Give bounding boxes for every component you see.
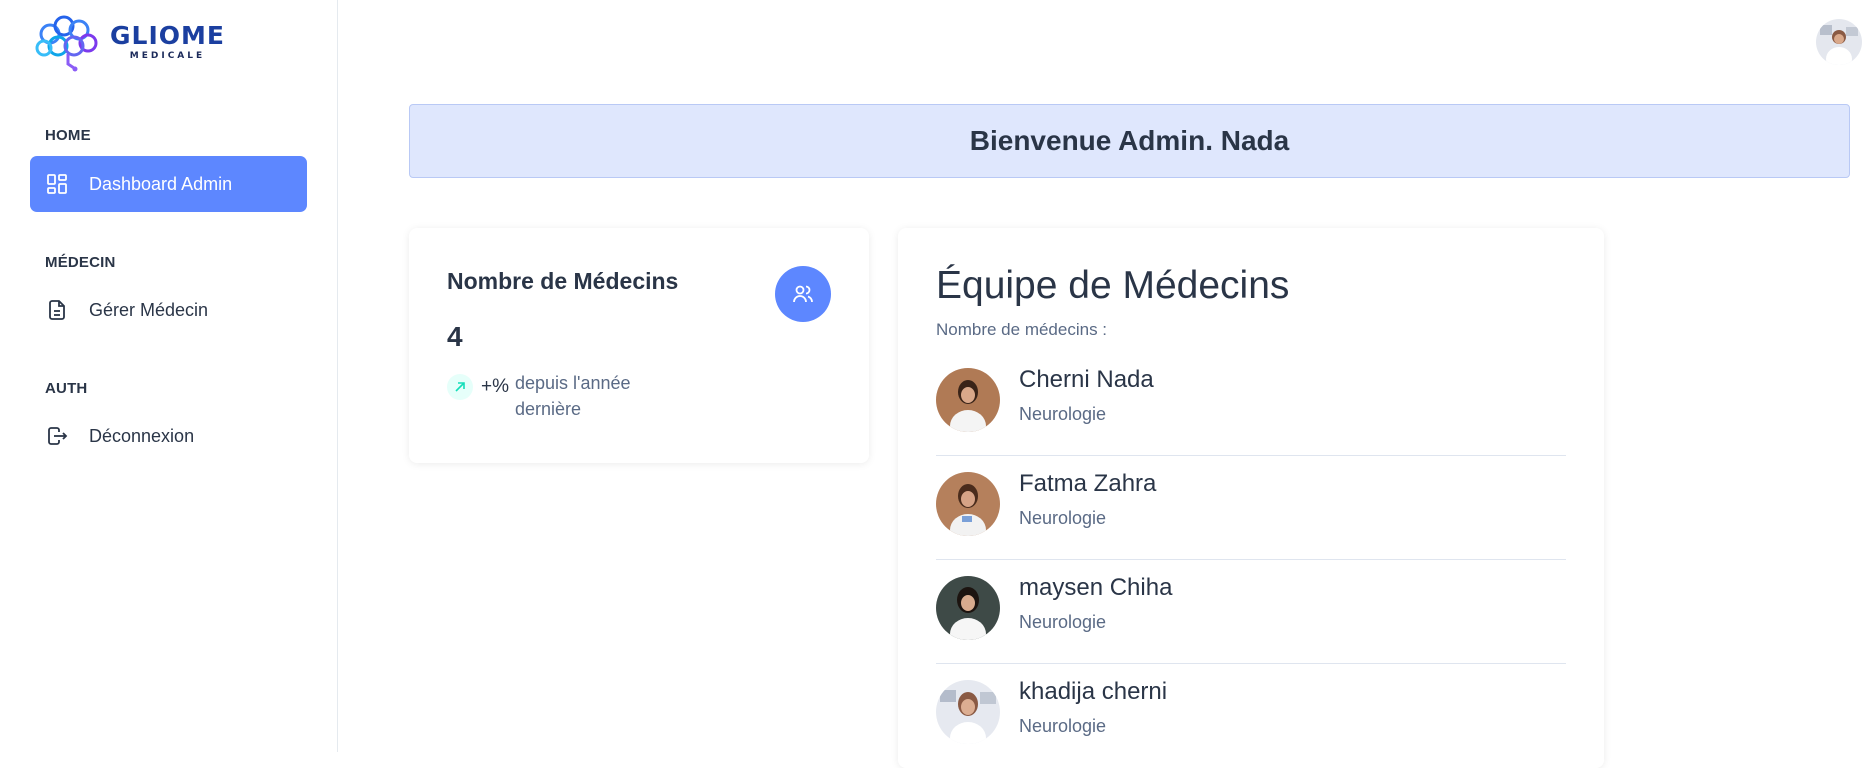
brand-subtitle: MEDICALE: [129, 51, 206, 61]
brand-title: GLIOME: [110, 21, 225, 50]
nav-section-home: HOME: [45, 127, 91, 144]
trend-percent: +%: [481, 376, 509, 397]
doctor-avatar: [936, 472, 1000, 536]
doctor-specialty: Neurologie: [1019, 508, 1107, 528]
doctor-specialty: Neurologie: [1019, 404, 1107, 424]
list-item[interactable]: maysen Chiha Neurologie: [936, 560, 1566, 664]
sidebar-item-label: Gérer Médecin: [89, 299, 209, 320]
nav-section-medecin: MÉDECIN: [45, 254, 116, 271]
nav-section-auth: AUTH: [45, 380, 88, 397]
team-subtitle: Nombre de médecins :: [936, 320, 1108, 339]
dashboard-icon: [45, 172, 69, 196]
brain-logo-icon: [35, 15, 98, 72]
sidebar: GLIOME MEDICALE HOME Dashboard Admin MÉD…: [0, 0, 338, 752]
doctor-count-title: Nombre de Médecins: [447, 268, 679, 294]
doctor-name: Cherni Nada: [1019, 366, 1154, 393]
brand-logo[interactable]: GLIOME MEDICALE: [32, 12, 225, 72]
doctor-specialty: Neurologie: [1019, 612, 1107, 632]
user-avatar[interactable]: [1816, 19, 1862, 65]
doctor-specialty: Neurologie: [1019, 716, 1107, 736]
list-item[interactable]: Fatma Zahra Neurologie: [936, 456, 1566, 560]
doctor-count-card: Nombre de Médecins 4 +% depuis l'année d…: [409, 228, 869, 463]
trend-caption: depuis l'année dernière: [515, 373, 631, 419]
users-icon: [775, 266, 831, 322]
doctor-avatar: [936, 576, 1000, 640]
sidebar-item-label: Dashboard Admin: [89, 173, 233, 194]
doctor-avatar: [936, 368, 1000, 432]
sidebar-item-gerer-medecin[interactable]: Gérer Médecin: [30, 282, 307, 338]
list-item[interactable]: Cherni Nada Neurologie: [936, 352, 1566, 456]
doctor-avatar: [936, 680, 1000, 744]
doctor-name: khadija cherni: [1019, 678, 1168, 705]
doctor-team-card: Équipe de Médecins Nombre de médecins : …: [898, 228, 1604, 768]
welcome-banner: Bienvenue Admin. Nada: [409, 104, 1850, 178]
trend-row: +% depuis l'année dernière: [447, 370, 655, 422]
document-icon: [45, 298, 69, 322]
doctor-name: maysen Chiha: [1019, 574, 1173, 601]
doctor-name: Fatma Zahra: [1019, 470, 1157, 497]
team-title: Équipe de Médecins: [936, 264, 1290, 307]
logout-icon: [45, 424, 69, 448]
list-item[interactable]: khadija cherni Neurologie: [936, 664, 1566, 768]
sidebar-item-label: Déconnexion: [89, 425, 195, 446]
doctor-count-value: 4: [447, 321, 463, 352]
sidebar-item-dashboard-admin[interactable]: Dashboard Admin: [30, 156, 307, 212]
arrow-up-right-icon: [447, 374, 473, 400]
sidebar-item-deconnexion[interactable]: Déconnexion: [30, 408, 307, 464]
